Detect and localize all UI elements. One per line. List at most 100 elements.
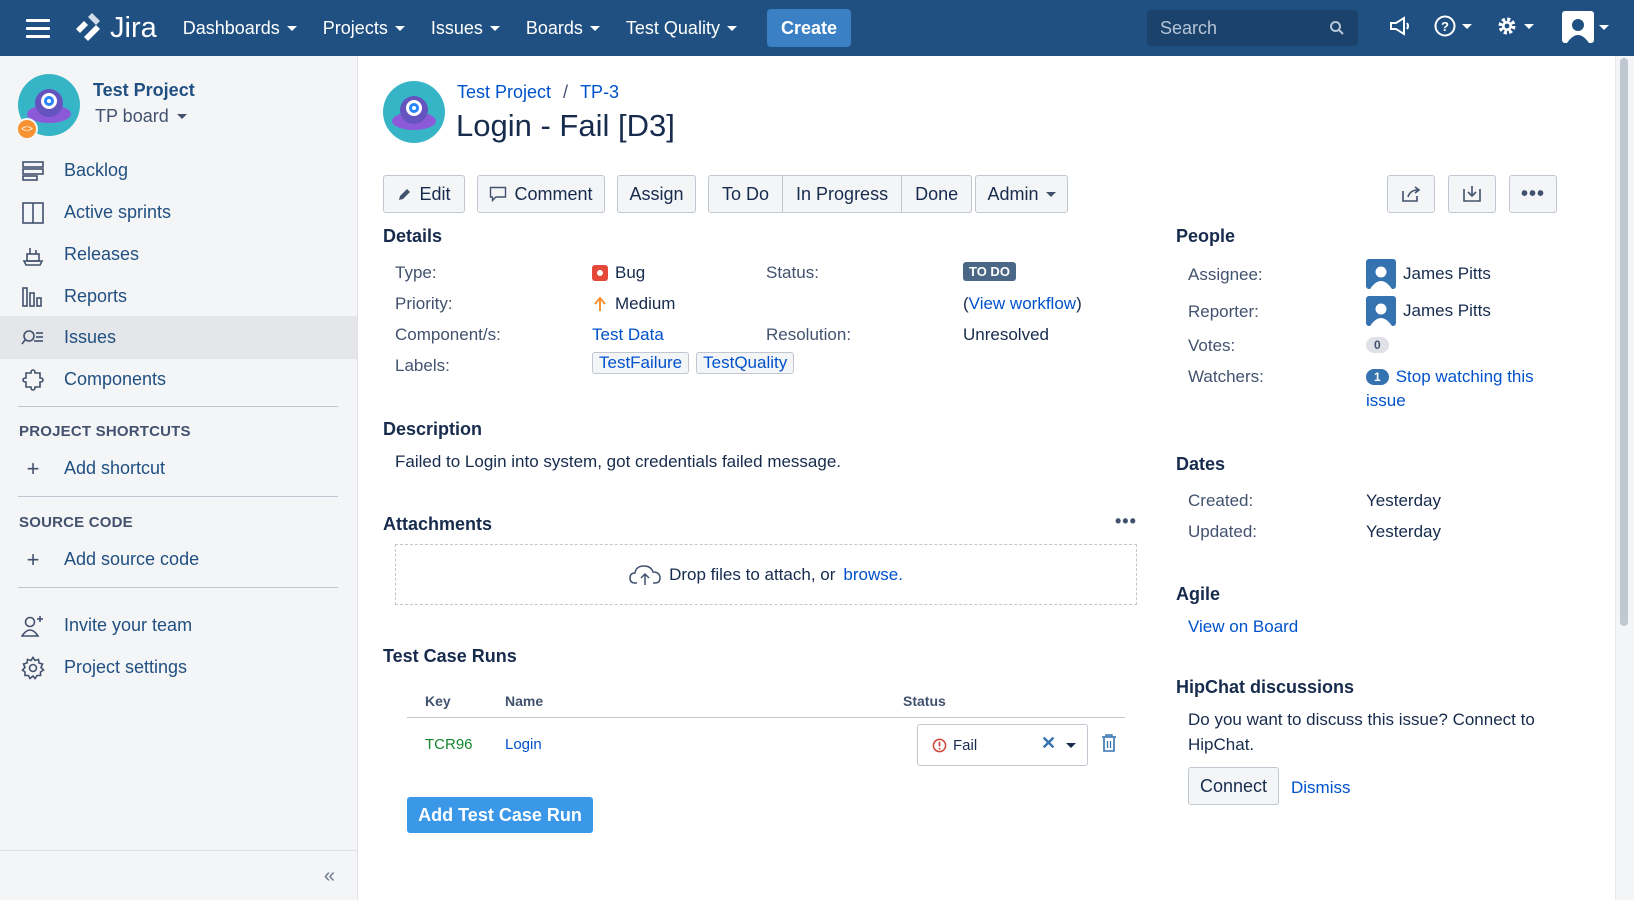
done-button[interactable]: Done xyxy=(902,176,971,212)
comment-icon xyxy=(490,186,507,202)
top-navigation-bar: Jira Dashboards Projects Issues Boards T… xyxy=(0,0,1634,56)
chevron-down-icon xyxy=(1045,191,1056,197)
attachment-dropzone[interactable]: Drop files to attach, or browse. xyxy=(395,544,1137,605)
add-shortcut-label: Add shortcut xyxy=(64,458,166,478)
chevron-down-icon[interactable] xyxy=(1066,743,1076,748)
description-text[interactable]: Failed to Login into system, got credent… xyxy=(395,452,841,472)
board-switcher[interactable]: TP board xyxy=(95,106,187,127)
stop-watching-link[interactable]: Stop watching this xyxy=(1396,367,1534,387)
in-progress-button[interactable]: In Progress xyxy=(783,176,903,212)
dismiss-link[interactable]: Dismiss xyxy=(1291,778,1351,798)
project-name[interactable]: Test Project xyxy=(93,80,195,101)
sidebar-item-reports[interactable]: Reports xyxy=(0,275,357,318)
avatar xyxy=(1366,259,1396,289)
stop-watching-link-cont[interactable]: issue xyxy=(1366,391,1406,411)
votes-value[interactable]: 0 xyxy=(1366,337,1389,353)
issue-title[interactable]: Login - Fail [D3] xyxy=(456,108,675,144)
browse-link[interactable]: browse. xyxy=(843,565,903,585)
page-scrollbar-thumb[interactable] xyxy=(1620,58,1628,626)
settings-gear-icon[interactable] xyxy=(1495,14,1534,38)
nav-issues[interactable]: Issues xyxy=(431,18,500,39)
create-button[interactable]: Create xyxy=(766,9,851,47)
assignee-name: James Pitts xyxy=(1403,264,1491,283)
hipchat-text-cont: HipChat. xyxy=(1188,735,1255,754)
active-sprints-icon xyxy=(20,200,46,226)
export-button[interactable] xyxy=(1448,175,1496,213)
add-test-case-run-button[interactable]: Add Test Case Run xyxy=(407,797,593,833)
nav-boards[interactable]: Boards xyxy=(526,18,600,39)
labels-list: TestFailure TestQuality xyxy=(592,352,795,374)
search-placeholder: Search xyxy=(1160,17,1218,38)
votes-label: Votes: xyxy=(1188,336,1236,355)
project-avatar[interactable]: <> xyxy=(16,74,80,140)
edit-button[interactable]: Edit xyxy=(383,175,465,213)
drop-text: Drop files to attach, or xyxy=(669,564,836,584)
nav-label: Dashboards xyxy=(182,17,280,38)
type-label: Type: xyxy=(395,263,437,282)
connect-label: Connect xyxy=(1199,775,1268,796)
table-header-divider xyxy=(407,717,1125,718)
sidebar-item-active-sprints[interactable]: Active sprints xyxy=(0,191,357,234)
label-tag[interactable]: TestQuality xyxy=(696,352,795,374)
reporter-value[interactable]: James Pitts xyxy=(1366,296,1491,326)
more-actions-button[interactable]: ••• xyxy=(1509,175,1557,213)
connect-button[interactable]: Connect xyxy=(1188,767,1279,805)
page-scrollbar-track[interactable] xyxy=(1615,56,1634,900)
assign-button[interactable]: Assign xyxy=(617,175,696,213)
breadcrumb-issue-key[interactable]: TP-3 xyxy=(580,82,619,103)
type-value[interactable]: Bug xyxy=(592,263,645,283)
share-button[interactable] xyxy=(1387,175,1435,213)
workflow-transition-group: To Do In Progress Done xyxy=(708,175,973,213)
add-source-code-link[interactable]: + Add source code xyxy=(0,538,357,581)
test-run-key[interactable]: TCR96 xyxy=(425,736,473,753)
gear-icon xyxy=(20,655,46,681)
component-link[interactable]: Test Data xyxy=(592,325,664,345)
sidebar-item-label: Reports xyxy=(64,286,128,306)
test-run-name[interactable]: Login xyxy=(505,736,542,753)
breadcrumb-project[interactable]: Test Project xyxy=(457,82,551,103)
reporter-label: Reporter: xyxy=(1188,302,1259,321)
nav-dashboards[interactable]: Dashboards xyxy=(183,18,297,39)
test-run-status-select[interactable]: Fail ✕ xyxy=(917,724,1088,766)
assignee-value[interactable]: James Pitts xyxy=(1366,259,1491,289)
view-workflow: (View workflow) xyxy=(963,294,1082,314)
column-header-key: Key xyxy=(425,693,451,709)
to-do-button[interactable]: To Do xyxy=(709,176,784,212)
collapse-sidebar-icon[interactable]: « xyxy=(324,865,335,888)
admin-button[interactable]: Admin xyxy=(975,175,1068,213)
nav-projects[interactable]: Projects xyxy=(323,18,405,39)
project-settings-link[interactable]: Project settings xyxy=(0,646,357,689)
project-robot-icon xyxy=(392,96,436,130)
breadcrumb-separator: / xyxy=(563,82,569,102)
jira-logo[interactable]: Jira xyxy=(72,12,157,45)
plus-icon: + xyxy=(26,546,40,572)
help-icon[interactable]: ? xyxy=(1433,14,1472,38)
hamburger-icon[interactable] xyxy=(26,18,50,38)
label-tag[interactable]: TestFailure xyxy=(592,352,690,374)
edit-label: Edit xyxy=(419,183,451,204)
trash-icon[interactable] xyxy=(1101,734,1117,757)
components-label: Component/s: xyxy=(395,325,501,344)
priority-value[interactable]: Medium xyxy=(592,294,675,314)
sidebar-item-components[interactable]: Components xyxy=(0,358,357,401)
view-workflow-link[interactable]: View workflow xyxy=(969,294,1076,314)
feedback-megaphone-icon[interactable] xyxy=(1388,14,1412,38)
sidebar-item-issues[interactable]: Issues xyxy=(0,316,357,359)
issue-view: Test Project / TP-3 Login - Fail [D3] Ed… xyxy=(359,56,1615,900)
clear-status-icon[interactable]: ✕ xyxy=(1041,733,1056,754)
comment-button[interactable]: Comment xyxy=(477,175,605,213)
invite-team-link[interactable]: Invite your team xyxy=(0,604,357,647)
sidebar-item-releases[interactable]: Releases xyxy=(0,233,357,276)
sidebar-item-backlog[interactable]: Backlog xyxy=(0,149,357,192)
user-avatar-icon[interactable] xyxy=(1562,11,1609,43)
add-shortcut-link[interactable]: + Add shortcut xyxy=(0,447,357,490)
invite-team-label: Invite your team xyxy=(64,615,193,635)
attachments-more-icon[interactable]: ••• xyxy=(1115,511,1137,532)
watchers-count-badge[interactable]: 1 xyxy=(1366,369,1389,385)
hipchat-text: Do you want to discuss this issue? Conne… xyxy=(1188,710,1535,729)
view-on-board-link[interactable]: View on Board xyxy=(1188,617,1298,637)
search-input[interactable]: Search xyxy=(1147,10,1358,46)
sidebar-divider xyxy=(18,587,338,588)
releases-icon xyxy=(20,242,46,268)
nav-test-quality[interactable]: Test Quality xyxy=(626,18,737,39)
